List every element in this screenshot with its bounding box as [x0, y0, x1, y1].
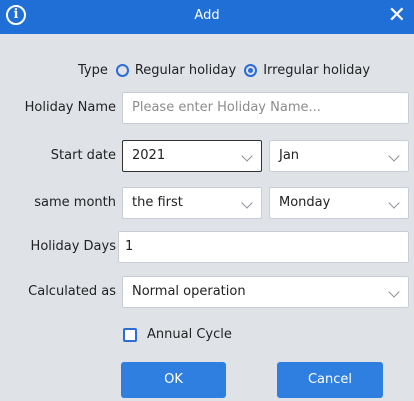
start-month-select[interactable]: Jan — [269, 140, 409, 172]
type-label: Type — [78, 62, 108, 78]
regular-holiday-label[interactable]: Regular holiday — [135, 63, 236, 78]
chevron-down-icon — [388, 197, 400, 209]
annual-cycle-label[interactable]: Annual Cycle — [147, 327, 232, 342]
regular-holiday-radio[interactable] — [115, 63, 129, 77]
chevron-down-icon — [388, 150, 400, 162]
holiday-name-label: Holiday Name — [24, 100, 116, 115]
dialog-title: Add — [194, 8, 220, 23]
chevron-down-icon — [241, 197, 253, 209]
holiday-days-label: Holiday Days — [30, 239, 116, 254]
same-month-label: same month — [34, 195, 116, 210]
irregular-holiday-radio[interactable] — [244, 63, 258, 77]
ordinal-select[interactable]: the first — [122, 187, 262, 219]
chevron-down-icon — [388, 286, 400, 298]
calculated-as-value: Normal operation — [132, 284, 246, 299]
irregular-holiday-label[interactable]: Irregular holiday — [263, 63, 370, 78]
annual-cycle-checkbox[interactable] — [123, 328, 137, 342]
calculated-as-select[interactable]: Normal operation — [122, 276, 409, 308]
weekday-select[interactable]: Monday — [269, 187, 409, 219]
close-icon[interactable]: ✕ — [388, 3, 406, 29]
start-year-value: 2021 — [132, 148, 166, 163]
type-radio-group: Type Regular holiday Irregular holiday — [78, 60, 378, 80]
holiday-days-input[interactable]: 1 — [118, 231, 409, 263]
chevron-down-icon — [241, 150, 253, 162]
start-year-select[interactable]: 2021 — [122, 140, 262, 172]
cancel-button[interactable]: Cancel — [277, 362, 383, 398]
holiday-name-input[interactable]: Please enter Holiday Name... — [122, 92, 409, 124]
start-month-value: Jan — [279, 148, 300, 163]
weekday-value: Monday — [279, 195, 331, 210]
title-bar: i Add ✕ — [0, 0, 414, 34]
ordinal-value: the first — [132, 195, 183, 210]
ok-button[interactable]: OK — [121, 362, 226, 398]
start-date-label: Start date — [50, 148, 116, 163]
calculated-as-label: Calculated as — [28, 284, 116, 299]
